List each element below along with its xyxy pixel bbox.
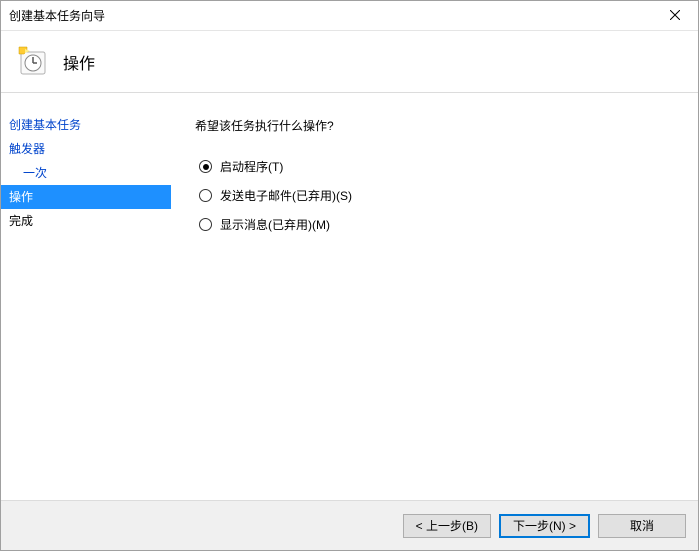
step-trigger[interactable]: 触发器: [1, 137, 171, 161]
radio-icon: [199, 189, 212, 202]
option-label: 显示消息(已弃用)(M): [220, 216, 330, 233]
option-display-message[interactable]: 显示消息(已弃用)(M): [199, 216, 674, 233]
task-scheduler-icon: [17, 46, 49, 78]
titlebar: 创建基本任务向导: [1, 1, 698, 31]
wizard-header: 操作: [1, 31, 698, 93]
action-options: 启动程序(T) 发送电子邮件(已弃用)(S) 显示消息(已弃用)(M): [195, 158, 674, 233]
wizard-window: 创建基本任务向导 操作 创建基本任务 触发器 一次 操作 完: [0, 0, 699, 551]
step-trigger-once[interactable]: 一次: [1, 161, 171, 185]
option-send-email[interactable]: 发送电子邮件(已弃用)(S): [199, 187, 674, 204]
next-button[interactable]: 下一步(N) >: [499, 514, 590, 538]
wizard-steps-sidebar: 创建基本任务 触发器 一次 操作 完成: [1, 93, 171, 500]
radio-icon: [199, 218, 212, 231]
wizard-footer: < 上一步(B) 下一步(N) > 取消: [1, 500, 698, 550]
wizard-content: 希望该任务执行什么操作? 启动程序(T) 发送电子邮件(已弃用)(S) 显示消息…: [171, 93, 698, 500]
page-heading: 操作: [63, 50, 95, 74]
wizard-body: 创建基本任务 触发器 一次 操作 完成 希望该任务执行什么操作? 启动程序(T)…: [1, 93, 698, 500]
radio-icon: [199, 160, 212, 173]
option-start-program[interactable]: 启动程序(T): [199, 158, 674, 175]
action-question: 希望该任务执行什么操作?: [195, 117, 674, 134]
step-create-task[interactable]: 创建基本任务: [1, 113, 171, 137]
close-icon: [670, 9, 680, 23]
step-action[interactable]: 操作: [1, 185, 171, 209]
close-button[interactable]: [652, 1, 698, 31]
back-button[interactable]: < 上一步(B): [403, 514, 491, 538]
window-title: 创建基本任务向导: [9, 7, 652, 24]
cancel-button[interactable]: 取消: [598, 514, 686, 538]
option-label: 发送电子邮件(已弃用)(S): [220, 187, 352, 204]
option-label: 启动程序(T): [220, 158, 283, 175]
step-finish: 完成: [1, 209, 171, 233]
